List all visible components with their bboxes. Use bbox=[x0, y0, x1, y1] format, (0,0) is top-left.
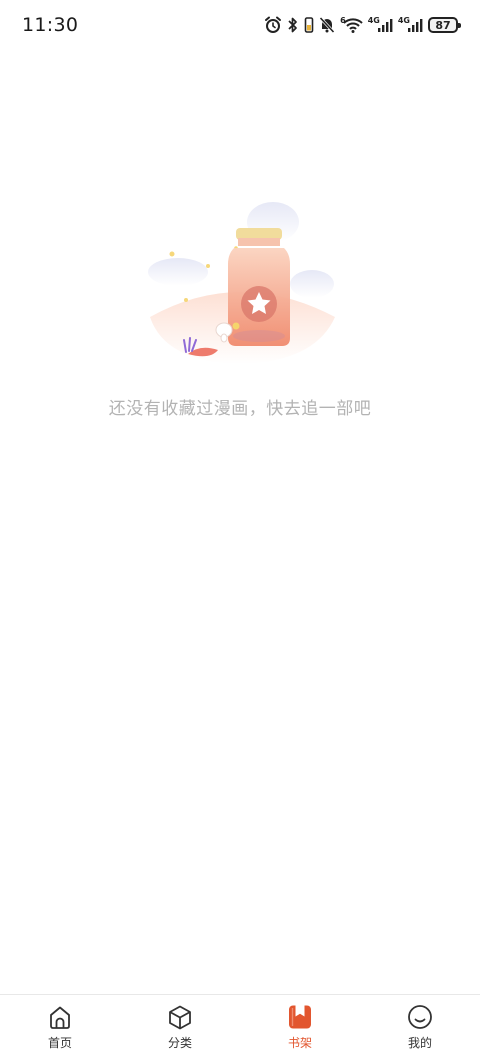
sim1-label: 4G bbox=[367, 15, 380, 25]
nav-label-profile: 我的 bbox=[407, 1036, 432, 1050]
bottom-nav: 首页 分类 书架 我的 bbox=[0, 994, 480, 1058]
empty-state-message: 还没有收藏过漫画，快去追一部吧 bbox=[108, 399, 372, 419]
star-jar-illustration bbox=[140, 192, 340, 372]
battery-icon: 87 bbox=[428, 17, 461, 33]
signal-icon-sim1: 4G bbox=[367, 15, 393, 33]
status-time: 11:30 bbox=[22, 14, 79, 36]
category-cube-icon bbox=[167, 1004, 193, 1030]
profile-icon bbox=[407, 1004, 433, 1030]
nav-item-profile[interactable]: 我的 bbox=[360, 995, 480, 1058]
alarm-icon bbox=[264, 16, 282, 34]
status-icons: 6 4G 4G 87 bbox=[264, 14, 461, 36]
vibrate-icon bbox=[304, 16, 314, 34]
status-bar: 11:30 6 4G 4G 87 bbox=[0, 0, 480, 50]
nav-label-bookshelf: 书架 bbox=[287, 1036, 312, 1050]
wifi-icon: 6 bbox=[340, 15, 363, 33]
battery-level: 87 bbox=[435, 18, 451, 32]
nav-label-home: 首页 bbox=[47, 1036, 72, 1050]
nav-item-category[interactable]: 分类 bbox=[120, 995, 240, 1058]
wifi-label: 6 bbox=[340, 15, 346, 25]
signal-icon-sim2: 4G bbox=[397, 15, 423, 33]
mute-icon bbox=[319, 16, 335, 34]
bookshelf-icon bbox=[287, 1004, 313, 1030]
home-icon bbox=[47, 1004, 73, 1030]
sim2-label: 4G bbox=[397, 15, 410, 25]
bluetooth-icon bbox=[287, 16, 299, 34]
nav-item-home[interactable]: 首页 bbox=[0, 995, 120, 1058]
nav-label-category: 分类 bbox=[167, 1036, 192, 1050]
nav-item-bookshelf[interactable]: 书架 bbox=[240, 995, 360, 1058]
